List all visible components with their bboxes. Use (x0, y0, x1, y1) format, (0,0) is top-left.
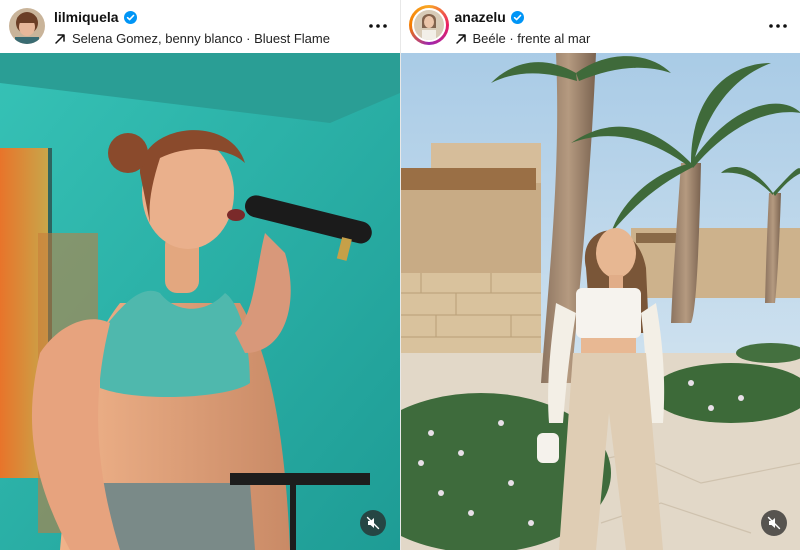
audio-attribution[interactable]: Selena Gomez, benny blanco · Bluest Flam… (54, 30, 330, 46)
muted-speaker-icon[interactable] (360, 510, 386, 536)
more-options-icon[interactable] (768, 16, 788, 36)
username[interactable]: anazelu (455, 9, 506, 25)
feed-row: lilmiquela Selena Gomez, benny blanco · … (0, 0, 800, 550)
verified-badge-icon (510, 10, 524, 24)
audio-label: Beéle · frente al mar (472, 30, 591, 46)
post-media[interactable] (0, 53, 400, 550)
audio-label: Selena Gomez, benny blanco · Bluest Flam… (72, 30, 330, 46)
post-media[interactable] (400, 53, 800, 550)
post-header: lilmiquela Selena Gomez, benny blanco · … (0, 0, 400, 53)
audio-arrow-icon (455, 32, 467, 44)
post-header: anazelu Beéle · frente al mar (400, 0, 800, 53)
post-anazelu: anazelu Beéle · frente al mar (399, 0, 800, 550)
more-options-icon[interactable] (368, 16, 388, 36)
audio-arrow-icon (54, 32, 66, 44)
audio-attribution[interactable]: Beéle · frente al mar (455, 30, 591, 46)
username[interactable]: lilmiquela (54, 9, 119, 25)
verified-badge-icon (123, 10, 137, 24)
avatar[interactable] (9, 8, 45, 44)
muted-speaker-icon[interactable] (760, 510, 787, 536)
post-lilmiquela: lilmiquela Selena Gomez, benny blanco · … (0, 0, 400, 550)
avatar-with-story-ring[interactable] (408, 5, 449, 45)
